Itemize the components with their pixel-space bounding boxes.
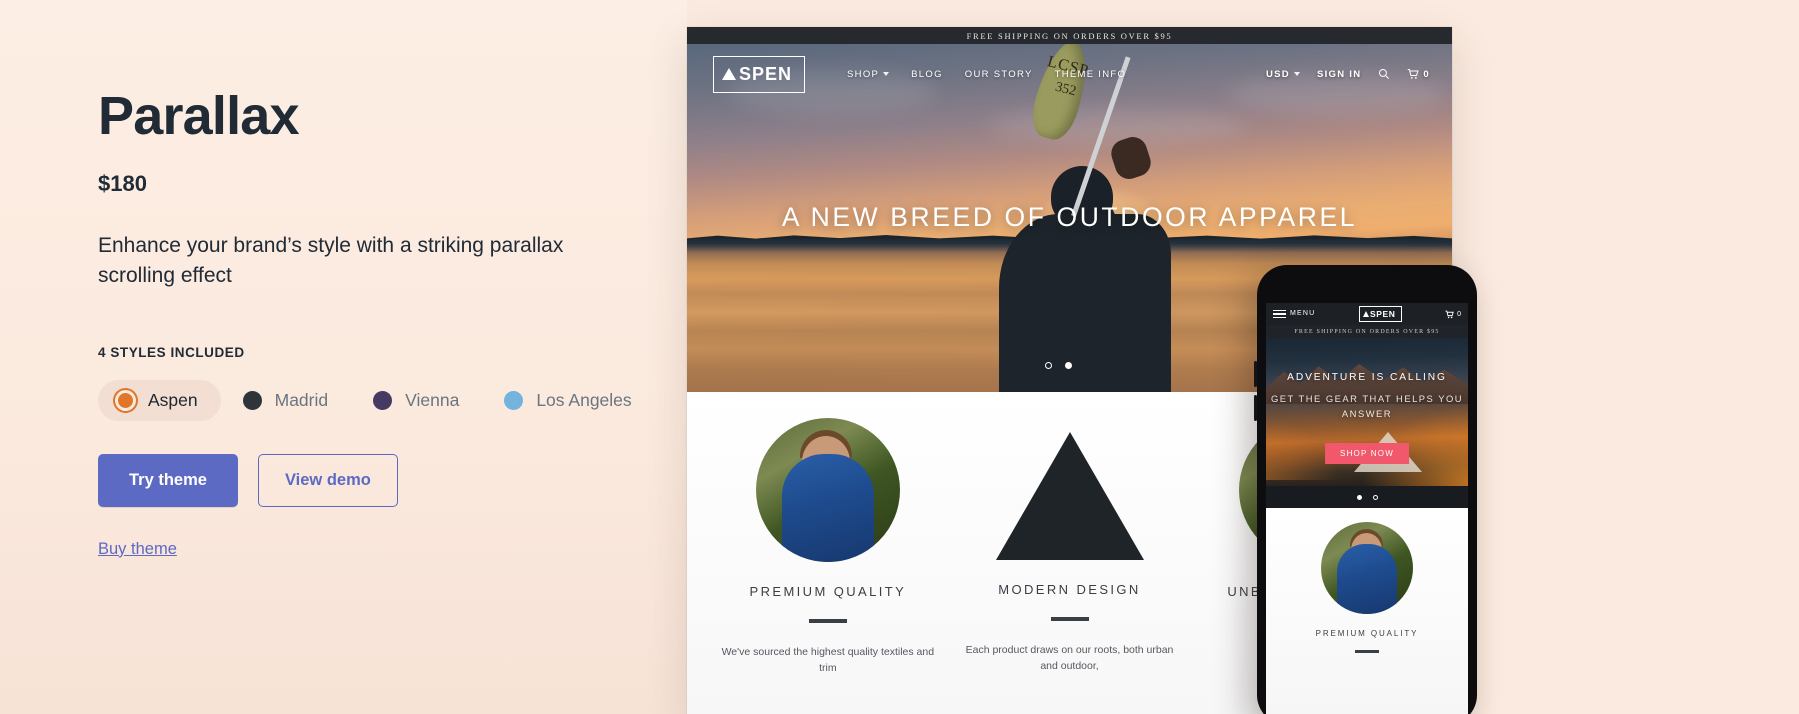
mobile-menu-label: MENU xyxy=(1290,310,1316,318)
feature-text: We've sourced the highest quality textil… xyxy=(721,645,935,674)
feature-title: MODERN DESIGN xyxy=(998,582,1141,597)
mobile-menu-button[interactable]: MENU xyxy=(1273,307,1315,321)
style-option-madrid[interactable]: Madrid xyxy=(225,380,352,421)
mobile-header: MENU SPEN 0 xyxy=(1266,303,1468,325)
jacket-shape xyxy=(1337,544,1397,614)
theme-info-panel: Parallax $180 Enhance your brand’s style… xyxy=(0,0,687,714)
slider-dot[interactable] xyxy=(1045,362,1052,369)
feature-divider xyxy=(1050,617,1089,621)
cloud-shape xyxy=(987,108,1247,144)
styles-included-label: 4 STYLES INCLUDED xyxy=(98,345,245,361)
mobile-logo[interactable]: SPEN xyxy=(1358,306,1402,322)
hero-headline: A NEW BREED OF OUTDOOR APPAREL xyxy=(781,202,1358,232)
page-title: Parallax xyxy=(98,86,300,146)
search-button[interactable] xyxy=(1378,68,1390,80)
mountain-icon xyxy=(995,432,1144,560)
mobile-logo-text: SPEN xyxy=(1369,309,1396,319)
feature-divider xyxy=(808,619,847,623)
cart-icon xyxy=(1408,69,1420,79)
site-logo[interactable]: SPEN xyxy=(713,55,806,93)
action-buttons: Try theme View demo xyxy=(98,454,687,507)
style-swatch-vienna xyxy=(373,391,393,411)
style-swatch-madrid xyxy=(242,391,262,411)
sign-in-link[interactable]: SIGN IN xyxy=(1317,69,1361,80)
view-demo-button[interactable]: View demo xyxy=(257,454,398,507)
body-shape xyxy=(999,214,1171,392)
cart-count: 0 xyxy=(1423,68,1430,80)
nav-item-blog[interactable]: BLOG xyxy=(911,69,943,80)
mobile-feature: PREMIUM QUALITY xyxy=(1266,508,1468,714)
search-icon xyxy=(1379,69,1390,79)
feature-premium-quality: PREMIUM QUALITY We've sourced the highes… xyxy=(707,418,949,714)
mobile-announcement-bar: FREE SHIPPING ON ORDERS OVER $95 xyxy=(1266,325,1468,338)
nav-item-our-story[interactable]: OUR STORY xyxy=(965,69,1033,80)
nav-item-theme-info[interactable]: THEME INFO xyxy=(1055,69,1127,80)
theme-price: $180 xyxy=(98,170,147,196)
feature-divider xyxy=(1355,650,1379,653)
cart-icon xyxy=(1445,310,1454,318)
shop-now-button[interactable]: SHOP NOW xyxy=(1325,443,1409,464)
style-option-los-angeles[interactable]: Los Angeles xyxy=(486,380,654,421)
announcement-bar: FREE SHIPPING ON ORDERS OVER $95 xyxy=(687,27,1452,44)
slider-dot[interactable] xyxy=(1372,494,1378,500)
nav-item-shop[interactable]: SHOP xyxy=(847,68,890,80)
currency-selector[interactable]: USD xyxy=(1266,69,1300,80)
hamburger-icon xyxy=(1273,307,1286,321)
mobile-cart-count: 0 xyxy=(1457,310,1461,318)
site-header: SPEN SHOP BLOG OUR STORY THEME INFO USD … xyxy=(687,44,1452,104)
mountain-icon xyxy=(722,68,736,80)
feature-photo xyxy=(755,418,900,562)
site-logo-text: SPEN xyxy=(739,63,793,84)
try-theme-button[interactable]: Try theme xyxy=(98,454,238,507)
style-option-vienna[interactable]: Vienna xyxy=(355,380,482,421)
style-label-madrid: Madrid xyxy=(274,390,329,411)
buy-theme-link[interactable]: Buy theme xyxy=(98,540,177,559)
mobile-hero-headline: ADVENTURE IS CALLING xyxy=(1287,372,1447,383)
phone-screen: MENU SPEN 0 FREE SHIPPING ON ORDERS OVER… xyxy=(1266,303,1468,714)
nav-item-shop-label: SHOP xyxy=(847,68,880,80)
volume-up-button[interactable] xyxy=(1254,361,1257,387)
currency-label: USD xyxy=(1265,68,1290,80)
chevron-down-icon xyxy=(883,72,890,76)
theme-preview-stage: FREE SHIPPING ON ORDERS OVER $95 LCSP 35… xyxy=(687,0,1799,714)
chevron-down-icon xyxy=(1293,72,1300,76)
mobile-preview[interactable]: MENU SPEN 0 FREE SHIPPING ON ORDERS OVER… xyxy=(1254,265,1477,714)
mountain-icon xyxy=(1362,311,1369,317)
kayaker-silhouette xyxy=(955,133,1180,392)
cart-button[interactable]: 0 xyxy=(1407,68,1430,80)
slider-dot-active[interactable] xyxy=(1065,362,1072,369)
slider-dot-active[interactable] xyxy=(1356,494,1362,500)
theme-description: Enhance your brand’s style with a striki… xyxy=(98,233,564,287)
feature-modern-design: MODERN DESIGN Each product draws on our … xyxy=(949,418,1191,714)
mobile-hero-subhead: GET THE GEAR THAT HELPS YOU ANSWER xyxy=(1270,393,1464,419)
style-swatch-aspen xyxy=(118,393,133,409)
mobile-cart-button[interactable]: 0 xyxy=(1445,310,1461,319)
volume-down-button[interactable] xyxy=(1254,395,1257,421)
feature-title: PREMIUM QUALITY xyxy=(749,584,907,599)
theme-detail-page: Parallax $180 Enhance your brand’s style… xyxy=(0,0,1799,714)
feature-photo xyxy=(1321,522,1413,614)
jacket-shape xyxy=(781,454,874,562)
header-utilities: USD SIGN IN 0 xyxy=(1266,68,1430,80)
hero-slider-dots xyxy=(1045,362,1072,369)
mobile-feature-title: PREMIUM QUALITY xyxy=(1315,629,1419,638)
mobile-slider-dots xyxy=(1266,486,1468,508)
style-label-aspen: Aspen xyxy=(148,390,198,411)
style-option-aspen[interactable]: Aspen xyxy=(98,380,221,422)
feature-text: Each product draws on our roots, both ur… xyxy=(965,643,1174,672)
style-swatch-los-angeles xyxy=(504,391,524,411)
mobile-hero: ADVENTURE IS CALLING GET THE GEAR THAT H… xyxy=(1266,338,1468,486)
style-label-los-angeles: Los Angeles xyxy=(536,390,632,411)
main-nav: SHOP BLOG OUR STORY THEME INFO xyxy=(847,69,1126,80)
style-label-vienna: Vienna xyxy=(405,390,460,411)
style-selector: Aspen Madrid Vienna Los Angeles xyxy=(98,380,687,422)
